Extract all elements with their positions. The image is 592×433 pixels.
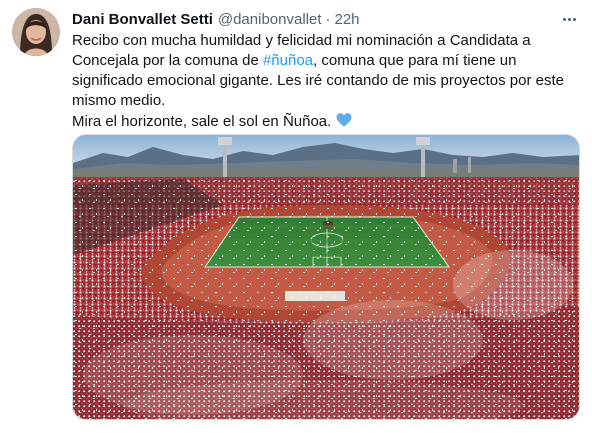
tweet-line: Recibo con mucha humildad y felicidad mi… <box>72 32 531 49</box>
stadium-photo <box>73 135 579 419</box>
hashtag-link[interactable]: #ñuñoa <box>263 52 313 69</box>
avatar[interactable] <box>12 8 60 56</box>
author-name[interactable]: Dani Bonvallet Setti <box>72 11 213 28</box>
blue-heart-icon <box>335 111 353 135</box>
tweet-text: Recibo con mucha humildad y felicidad mi… <box>72 31 580 135</box>
tweet-line: mismo medio. <box>72 92 166 109</box>
tweet[interactable]: Dani Bonvallet Setti @danibonvallet · 22… <box>0 0 592 433</box>
tweet-line: Mira el horizonte, sale el sol en Ñuñoa. <box>72 111 580 135</box>
tweet-text-segment: Mira el horizonte, sale el sol en Ñuñoa. <box>72 113 332 130</box>
separator-dot: · <box>325 10 331 28</box>
tweet-text-segment: , comuna que para mí tiene un <box>313 52 517 69</box>
avatar-image <box>12 8 60 56</box>
tweet-line: significado emocional gigante. Les iré c… <box>72 72 564 89</box>
more-horizontal-icon[interactable] <box>558 11 580 27</box>
author-handle[interactable]: @danibonvallet <box>218 11 322 28</box>
tweet-text-segment: Concejala por la comuna de <box>72 52 263 69</box>
tweet-media-image[interactable] <box>72 134 580 420</box>
tweet-line: Concejala por la comuna de #ñuñoa, comun… <box>72 51 580 71</box>
tweet-header: Dani Bonvallet Setti @danibonvallet · 22… <box>72 9 580 29</box>
tweet-timestamp[interactable]: 22h <box>335 11 360 28</box>
